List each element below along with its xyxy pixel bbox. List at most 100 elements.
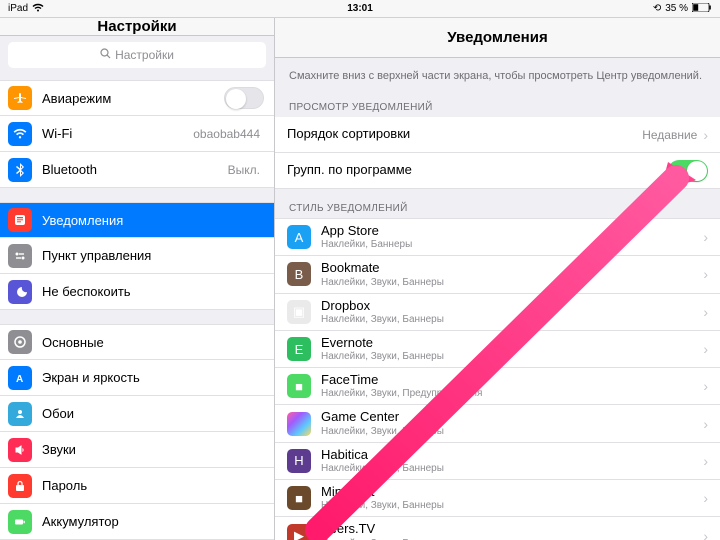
wallpaper-icon [8, 402, 32, 426]
app-row-minecraft[interactable]: ■MinecraftНаклейки, Звуки, Баннеры› [275, 480, 720, 517]
svg-text:A: A [16, 374, 23, 385]
app-name: App Store [321, 224, 703, 238]
chevron-right-icon: › [703, 229, 708, 245]
battery-icon [8, 510, 32, 534]
app-icon: A [287, 225, 311, 249]
chevron-right-icon: › [703, 266, 708, 282]
app-name: Game Center [321, 410, 703, 424]
app-sub: Наклейки, Звуки, Баннеры [321, 463, 703, 474]
device-label: iPad [8, 3, 28, 14]
battery-icon [692, 3, 712, 15]
sidebar-item-звуки[interactable]: Звуки [0, 432, 274, 468]
search-placeholder: Настройки [115, 48, 174, 62]
status-bar: iPad 13:01 ⟲ 35 % [0, 0, 720, 18]
detail-pane: Уведомления Смахните вниз с верхней част… [275, 18, 720, 540]
sounds-icon [8, 438, 32, 462]
app-name: FaceTime [321, 373, 703, 387]
group-by-app-label: Групп. по программе [287, 163, 668, 177]
app-name: Habitica [321, 448, 703, 462]
sidebar-item-label: Bluetooth [42, 162, 228, 177]
app-icon: ■ [287, 374, 311, 398]
sidebar-item-wi-fi[interactable]: Wi-Fiobaobab444 [0, 116, 274, 152]
sidebar-item-bluetooth[interactable]: BluetoothВыкл. [0, 152, 274, 188]
app-icon: B [287, 262, 311, 286]
app-name: Peers.TV [321, 522, 703, 536]
group-by-app-toggle[interactable] [668, 160, 708, 182]
clock: 13:01 [347, 3, 373, 14]
dnd-icon [8, 280, 32, 304]
sidebar-item-label: Экран и яркость [42, 370, 264, 385]
sidebar-item-label: Авиарежим [42, 91, 224, 106]
app-row-habitica[interactable]: H HabiticaНаклейки, Звуки, Баннеры› [275, 443, 720, 480]
detail-hint: Смахните вниз с верхней части экрана, чт… [275, 58, 720, 88]
chevron-right-icon: › [703, 304, 708, 320]
row-sort-order[interactable]: Порядок сортировки Недавние › [275, 117, 720, 153]
app-row-evernote[interactable]: E EvernoteНаклейки, Звуки, Баннеры› [275, 331, 720, 368]
notifications-icon [8, 208, 32, 232]
sidebar-item-обои[interactable]: Обои [0, 396, 274, 432]
app-icon: ▣ [287, 300, 311, 324]
sidebar-title: Настройки [0, 18, 274, 36]
passcode-icon [8, 474, 32, 498]
app-sub: Наклейки, Звуки, Баннеры [321, 351, 703, 362]
display-icon: A [8, 366, 32, 390]
group-header-style: СТИЛЬ УВЕДОМЛЕНИЙ [275, 189, 720, 218]
general-icon [8, 330, 32, 354]
rotation-lock-icon: ⟲ [653, 3, 661, 14]
sidebar-item-не-беспокоить[interactable]: Не беспокоить [0, 274, 274, 310]
sidebar-item-label: Не беспокоить [42, 284, 264, 299]
chevron-right-icon: › [703, 528, 708, 540]
wifi-icon [8, 122, 32, 146]
sidebar-item-label: Звуки [42, 442, 264, 457]
sidebar-item-label: Основные [42, 335, 264, 350]
app-name: Evernote [321, 336, 703, 350]
sidebar-item-авиарежим[interactable]: Авиарежим [0, 80, 274, 116]
chevron-right-icon: › [703, 453, 708, 469]
sidebar-item-уведомления[interactable]: Уведомления [0, 202, 274, 238]
app-row-dropbox[interactable]: ▣ DropboxНаклейки, Звуки, Баннеры› [275, 294, 720, 331]
sidebar-item-аккумулятор[interactable]: Аккумулятор [0, 504, 274, 540]
sidebar-item-пункт-управления[interactable]: Пункт управления [0, 238, 274, 274]
app-row-bookmate[interactable]: B Bookmate Наклейки, Звуки, Баннеры› [275, 256, 720, 293]
sidebar-item-пароль[interactable]: Пароль [0, 468, 274, 504]
app-icon: ▶ [287, 524, 311, 540]
app-icon [287, 412, 311, 436]
sidebar-item-label: Пароль [42, 478, 264, 493]
chevron-right-icon: › [703, 341, 708, 357]
app-sub: Наклейки, Звуки, Баннеры [321, 314, 703, 325]
sidebar-item-label: Пункт управления [42, 248, 264, 263]
sidebar-item-label: Wi-Fi [42, 126, 193, 141]
app-row-peers-tv[interactable]: ▶Peers.TVНаклейки, Звуки, Баннеры› [275, 517, 720, 540]
sidebar-item-экран-и-яркость[interactable]: A Экран и яркость [0, 360, 274, 396]
app-name: Dropbox [321, 299, 703, 313]
app-name: Minecraft [321, 485, 703, 499]
wifi-icon [32, 3, 44, 15]
group-header-view: ПРОСМОТР УВЕДОМЛЕНИЙ [275, 88, 720, 117]
app-sub: Наклейки, Звуки, Баннеры [321, 277, 703, 288]
control-center-icon [8, 244, 32, 268]
sidebar-item-label: Обои [42, 406, 264, 421]
app-row-app-store[interactable]: AApp StoreНаклейки, Баннеры› [275, 218, 720, 256]
sidebar-item-основные[interactable]: Основные [0, 324, 274, 360]
detail-title: Уведомления [275, 18, 720, 58]
row-group-by-app[interactable]: Групп. по программе [275, 153, 720, 189]
app-row-facetime[interactable]: ■FaceTimeНаклейки, Звуки, Предупреждения… [275, 368, 720, 405]
app-icon: E [287, 337, 311, 361]
sidebar-item-label: Уведомления [42, 213, 264, 228]
app-row-game-center[interactable]: Game Center Наклейки, Звуки, Баннеры› [275, 405, 720, 442]
search-input[interactable]: Настройки [8, 42, 266, 68]
battery-percent: 35 % [665, 3, 688, 14]
app-icon: H [287, 449, 311, 473]
chevron-right-icon: › [703, 378, 708, 394]
sidebar-item-value: obaobab444 [193, 127, 260, 141]
chevron-right-icon: › [703, 416, 708, 432]
airplane-toggle[interactable] [224, 87, 264, 109]
app-sub: Наклейки, Звуки, Баннеры [321, 500, 703, 511]
airplane-icon [8, 86, 32, 110]
app-sub: Наклейки, Звуки, Баннеры [321, 426, 703, 437]
sort-value: Недавние [642, 128, 697, 142]
app-icon: ■ [287, 486, 311, 510]
sidebar-item-label: Аккумулятор [42, 514, 264, 529]
sidebar: Настройки Настройки Авиарежим Wi-Fiobaoba… [0, 18, 275, 540]
app-name: Bookmate [321, 261, 703, 275]
